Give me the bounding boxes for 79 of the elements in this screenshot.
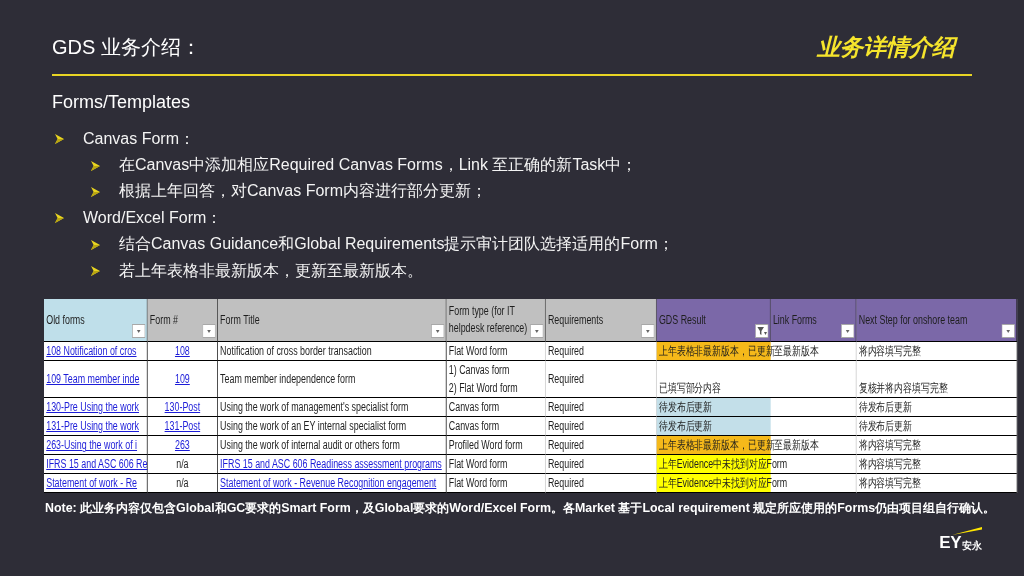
table-cell-text: Using the work of an EY internal specialist form <box>220 418 407 436</box>
arrowhead-icon <box>91 160 100 171</box>
table-cell-text: Team member independence form <box>220 371 356 389</box>
arrowhead-icon <box>55 134 64 145</box>
cell-link[interactable]: 130-Pre Using the work <box>46 398 139 417</box>
table-cell-text: Required <box>547 418 584 436</box>
bullet-text: 若上年表格非最新版本，更新至最新版本。 <box>119 260 423 281</box>
table-cell-text: Flat Word form <box>448 343 508 361</box>
table-cell-text: Flat Word form <box>448 456 508 474</box>
table-cell-text: Canvas form <box>448 418 500 436</box>
bullet-text: Canvas Form： <box>83 128 196 149</box>
cell-link[interactable]: IFRS 15 and ASC 606 Readiness assessment programs <box>220 455 442 474</box>
cell-link[interactable]: 263-Using the work of i <box>46 436 138 455</box>
table-cell-text: 待发布后更新 <box>657 418 713 436</box>
table-cell-text: Required <box>547 456 584 474</box>
table-cell-text: Flat Word form <box>448 475 508 493</box>
table-cell-text: Required <box>547 399 584 417</box>
column-title: Requirements <box>547 311 605 329</box>
arrowhead-icon <box>91 266 100 277</box>
logo-text: EY <box>939 534 961 552</box>
filter-icon[interactable] <box>755 324 769 339</box>
table-cell-text: 待发布后更新 <box>858 399 912 417</box>
cell-link[interactable]: 108 Notification of cros <box>46 342 137 361</box>
dropdown-arrow-icon[interactable] <box>641 324 655 339</box>
arrowhead-icon <box>91 186 100 197</box>
table-cell-text: 将内容填写完整 <box>858 437 921 455</box>
table-cell-text: n/a <box>176 475 189 493</box>
bullet-text: 根据上年回答，对Canvas Form内容进行部分更新； <box>119 181 488 202</box>
table-cell-text: Using the work of management's specialist form <box>220 399 409 417</box>
table-cell-text: 待发布后更新 <box>657 399 713 417</box>
section-heading: Forms/Templates <box>52 91 191 113</box>
table-cell-text: 已填写部分内容 <box>657 380 722 398</box>
cell-link[interactable]: Statement of work - Revenue Recognition engagement <box>220 474 437 493</box>
dropdown-arrow-icon[interactable] <box>132 324 146 339</box>
logo-subtext: 安永 <box>962 540 982 552</box>
table-cell-text: Using the work of internal audit or others form <box>220 437 400 455</box>
slanted-bar-icon <box>952 527 982 536</box>
dropdown-arrow-icon[interactable] <box>1001 324 1015 339</box>
table-cell-text: Required <box>547 437 584 455</box>
cell-link[interactable]: 109 Team member inde <box>46 370 140 389</box>
table-cell-text: Canvas form <box>448 399 500 417</box>
column-title: Link Forms <box>772 311 818 329</box>
table-cell-text: Profiled Word form <box>448 437 523 455</box>
table-cell-text: 1) Canvas form 2) Flat Word form <box>448 362 518 398</box>
table-cell-text: Required <box>547 475 584 493</box>
footnote: Note: 此业务内容仅包含Global和GC要求的Smart Form，及Global要求的Word/Excel Form。各Market 基于Local requirement 规定所应使用的Forms仍由项目组自行确认。 <box>45 501 996 517</box>
column-title: Form # <box>149 311 179 329</box>
table-cell-text: 复核并将内容填写完整 <box>858 380 948 398</box>
table-cell-text: 将内容填写完整 <box>858 456 921 474</box>
cell-link[interactable]: 131-Post <box>164 417 201 436</box>
cell-link[interactable]: 109 <box>174 370 190 389</box>
cell-link[interactable]: 130-Post <box>164 398 201 417</box>
bullet-text: 在Canvas中添加相应Required Canvas Forms，Link 至正确的新Task中； <box>119 155 638 176</box>
cell-link[interactable]: 108 <box>174 342 190 361</box>
arrowhead-icon <box>91 239 100 250</box>
arrowhead-icon <box>55 213 64 224</box>
table-cell-text: Required <box>547 343 584 361</box>
table-cell-text: n/a <box>176 456 189 474</box>
table-cell-text: 将内容填写完整 <box>858 475 921 493</box>
dropdown-arrow-icon[interactable] <box>530 324 544 339</box>
column-title: Next Step for onshore team <box>858 311 969 329</box>
column-title: Form type (for IT helpdesk reference) <box>448 303 529 338</box>
cell-link[interactable]: Statement of work - Re <box>46 474 138 493</box>
cell-link[interactable]: 263 <box>174 436 190 455</box>
cell-link[interactable]: IFRS 15 and ASC 606 Re <box>46 455 148 474</box>
dropdown-arrow-icon[interactable] <box>431 324 445 339</box>
cell-link[interactable]: 131-Pre Using the work <box>46 417 139 436</box>
table-cell-text: Notification of cross border transaction <box>220 343 372 361</box>
table-cell-text: 待发布后更新 <box>858 418 912 436</box>
column-title: GDS Result <box>658 311 707 329</box>
table-cell-text: 将内容填写完整 <box>858 343 921 361</box>
table-cell-text: Required <box>547 371 584 389</box>
dropdown-arrow-icon[interactable] <box>202 324 216 339</box>
slide-title: GDS 业务介绍： <box>52 34 201 60</box>
column-title: Old forms <box>46 311 86 329</box>
dropdown-arrow-icon[interactable] <box>841 324 855 339</box>
bullet-text: Word/Excel Form： <box>83 207 223 228</box>
column-title: Form Title <box>220 311 261 329</box>
bullet-text: 结合Canvas Guidance和Global Requirements提示审计团队选择适用的Form； <box>119 234 674 255</box>
